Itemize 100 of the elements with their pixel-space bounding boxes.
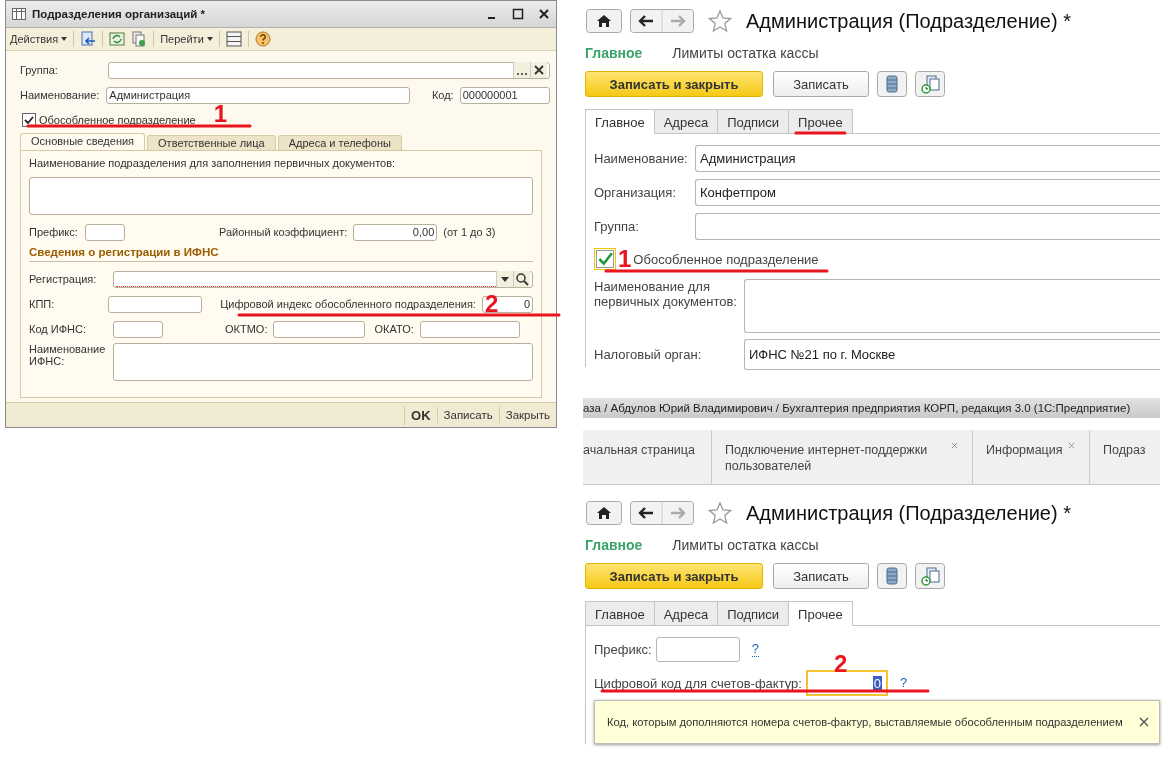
checkbox[interactable] <box>596 250 614 268</box>
back-forward-buttons[interactable] <box>630 501 694 525</box>
more-icon[interactable] <box>513 62 530 78</box>
annotation-number: 2 <box>484 296 499 312</box>
name-field[interactable]: Администрация <box>695 144 1160 172</box>
tax-office-field[interactable]: ИФНС №21 по г. Москве <box>744 338 1160 370</box>
dropdown-icon[interactable] <box>496 271 513 287</box>
star-icon[interactable] <box>708 9 732 33</box>
tab[interactable]: Прочее <box>788 601 853 626</box>
code-field[interactable]: 000000001 <box>459 86 550 104</box>
tab-title: ачальная страница <box>583 442 696 458</box>
go-to-menu[interactable]: Перейти <box>160 33 213 45</box>
ifns-code-field[interactable] <box>113 320 163 338</box>
back-forward-buttons[interactable] <box>630 9 694 33</box>
document-arrow-icon[interactable] <box>80 31 97 47</box>
actions-menu[interactable]: Действия <box>10 33 68 45</box>
save-button[interactable]: Записать <box>773 71 869 97</box>
open-tab[interactable]: Подключение интернет-поддержки пользователей <box>712 430 973 484</box>
coefficient-field[interactable]: 0,00 <box>353 223 438 241</box>
organization-field[interactable]: Конфетпром <box>695 178 1160 206</box>
field-label: Код ИФНС: <box>29 323 87 335</box>
database-icon[interactable] <box>877 71 907 97</box>
help-link[interactable]: ? <box>899 675 908 691</box>
annotation-number: 1 <box>618 248 632 270</box>
tab-title: Подраз <box>1103 442 1147 458</box>
window-title: Подразделения организаций * <box>32 8 205 20</box>
save-and-close-button[interactable]: Записать и закрыть <box>585 71 763 97</box>
report-icon[interactable] <box>915 71 945 97</box>
tab[interactable]: Адреса <box>653 601 719 626</box>
checkbox-label[interactable]: Обособленное подразделение <box>39 114 196 126</box>
tab-title: Подключение интернет-поддержки пользователей <box>725 442 929 474</box>
tab[interactable]: Прочее <box>788 109 853 134</box>
field-label: Районный коэффициент: <box>219 226 348 238</box>
open-tab[interactable]: ачальная страница <box>583 430 712 484</box>
copy-icon[interactable] <box>131 31 148 47</box>
field-label: Налоговый орган: <box>594 346 703 362</box>
field-label: Наименование для первичных документов: <box>594 279 738 309</box>
index-field[interactable]: 2 0 <box>481 295 533 313</box>
tab[interactable]: Адреса и телефоны <box>277 135 402 150</box>
form-title: Администрация (Подразделение) * <box>746 9 1071 33</box>
field-label: Префикс: <box>594 641 652 657</box>
group-field[interactable] <box>695 212 1160 240</box>
checkbox-label[interactable]: Обособленное подразделение <box>633 251 819 267</box>
application-title: аза / Абдулов Юрий Владимирович / Бухгалтерия предприятия КОРП, редакция 3.0 (1С:Предприятие) <box>583 398 1160 418</box>
tab[interactable]: Основные сведения <box>20 133 146 150</box>
tab[interactable]: Адреса <box>653 109 719 134</box>
tooltip-text: Код, которым дополняются номера счетов-фактур, выставляемые обособленным подразделением <box>607 716 1124 728</box>
save-button[interactable]: Записать <box>773 563 869 589</box>
tab[interactable]: Главное <box>585 601 655 626</box>
ifns-name-field[interactable] <box>113 343 533 381</box>
table-icon <box>12 8 26 20</box>
footer-button[interactable]: Записать <box>436 407 499 423</box>
tab[interactable]: Ответственные лица <box>147 135 276 150</box>
save-and-close-button[interactable]: Записать и закрыть <box>585 563 763 589</box>
field-label: Префикс: <box>29 226 79 238</box>
registration-field[interactable] <box>113 270 533 288</box>
prefix-field[interactable] <box>655 636 740 662</box>
field-label: Организация: <box>594 184 678 200</box>
tab[interactable]: Подписи <box>717 601 790 626</box>
open-tab[interactable]: Подраз <box>1090 430 1160 484</box>
tab[interactable]: Подписи <box>717 109 790 134</box>
field-label: КПП: <box>29 298 56 310</box>
group-field[interactable] <box>108 61 550 79</box>
help-icon[interactable] <box>254 31 271 47</box>
maximize-icon[interactable] <box>512 8 524 20</box>
primary-docs-field[interactable] <box>29 177 533 215</box>
open-tab[interactable]: Информация <box>973 430 1090 484</box>
caret-icon <box>206 37 213 41</box>
refresh-icon[interactable] <box>109 31 126 47</box>
kpp-field[interactable] <box>107 295 203 313</box>
field-label: Группа: <box>594 218 640 234</box>
name-field[interactable]: Администрация <box>106 86 411 104</box>
home-button[interactable] <box>586 501 622 525</box>
caret-icon <box>61 37 68 41</box>
field-label: Наименование подразделения для заполнения первичных документов: <box>29 157 397 169</box>
home-button[interactable] <box>586 9 622 33</box>
section-link[interactable]: Лимиты остатка кассы <box>672 45 819 63</box>
field-label: ОКТМО: <box>225 323 268 335</box>
footer-button[interactable]: OK <box>404 405 437 425</box>
field-label: Регистрация: <box>29 273 98 285</box>
primary-docs-field[interactable] <box>744 279 1160 333</box>
annotation-number: 1 <box>213 104 228 124</box>
okato-field[interactable] <box>419 320 520 338</box>
close-icon[interactable] <box>538 8 550 20</box>
search-icon[interactable] <box>513 271 530 287</box>
report-icon[interactable] <box>915 563 945 589</box>
close-icon[interactable] <box>1139 717 1149 727</box>
checkbox[interactable] <box>22 113 36 127</box>
field-label: Наименование: <box>594 150 689 166</box>
footer-button[interactable]: Закрыть <box>498 407 556 423</box>
prefix-field[interactable] <box>85 223 125 241</box>
field-label: Группа: <box>20 64 59 76</box>
oktmo-field[interactable] <box>273 320 366 338</box>
star-icon[interactable] <box>708 501 732 525</box>
section-link[interactable]: Лимиты остатка кассы <box>672 537 819 555</box>
help-link[interactable]: ? <box>751 641 759 657</box>
list-icon[interactable] <box>225 31 242 47</box>
tab[interactable]: Главное <box>585 109 655 134</box>
clear-icon[interactable] <box>530 62 547 78</box>
database-icon[interactable] <box>877 563 907 589</box>
